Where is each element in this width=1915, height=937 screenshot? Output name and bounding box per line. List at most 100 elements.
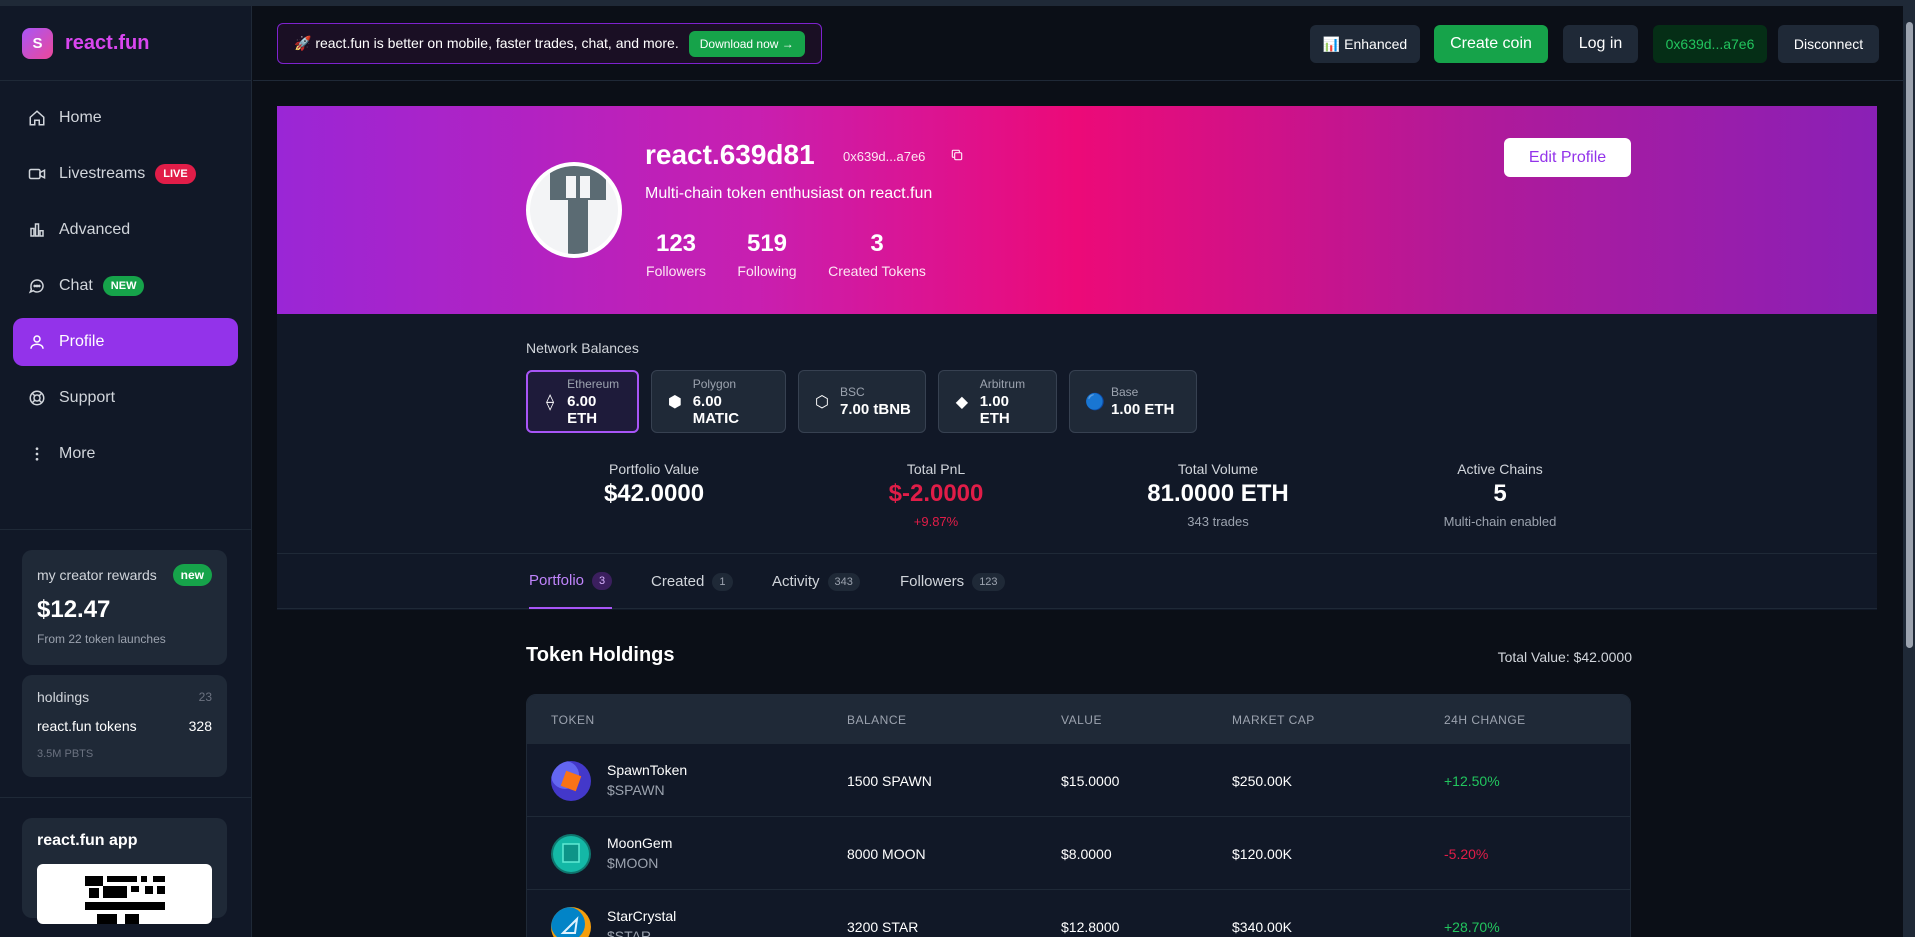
chat-icon xyxy=(28,277,46,295)
token-holdings-total: Total Value: $42.0000 xyxy=(1497,649,1632,665)
stat-label: Following xyxy=(737,263,797,279)
sidebar-item-home[interactable]: Home xyxy=(13,94,238,142)
stat-followers[interactable]: 123 Followers xyxy=(645,230,707,279)
rewards-subtitle: From 22 token launches xyxy=(37,632,166,646)
new-badge: NEW xyxy=(102,276,145,296)
wallet-address-button[interactable]: 0x639d...a7e6 xyxy=(1653,25,1767,63)
metric-value: 81.0000 ETH xyxy=(1147,480,1289,507)
holdings-tokens-label: react.fun tokens xyxy=(37,718,137,734)
stat-label: Created Tokens xyxy=(828,263,926,279)
brand[interactable]: S react.fun xyxy=(0,6,251,81)
profile-bio: Multi-chain token enthusiast on react.fu… xyxy=(645,185,933,202)
sidebar-item-more[interactable]: More xyxy=(13,430,238,478)
token-24h-change: -5.20% xyxy=(1444,846,1489,862)
token-24h-change: +28.70% xyxy=(1444,919,1500,935)
download-now-button[interactable]: Download now → xyxy=(688,30,805,57)
holdings-tokens-value: 328 xyxy=(188,718,212,734)
tab-created[interactable]: Created 1 xyxy=(651,554,733,609)
token-holdings-table: TOKEN BALANCE VALUE MARKET CAP 24H CHANG… xyxy=(526,694,1631,937)
profile-header: react.639d81 0x639d...a7e6 Multi-chain t… xyxy=(277,106,1877,314)
login-button[interactable]: Log in xyxy=(1563,25,1638,63)
sidebar-nav: Home Livestreams LIVE Advanced Chat NEW … xyxy=(0,81,251,530)
token-value: $8.0000 xyxy=(1061,846,1112,862)
column-header: BALANCE xyxy=(847,713,907,727)
tab-count: 123 xyxy=(972,572,1005,591)
network-balance: 1.00 ETH xyxy=(979,392,1010,427)
network-card-arbitrum[interactable]: ◆ Arbitrum 1.00 ETH xyxy=(938,370,1057,433)
starcrystal-token-logo xyxy=(551,907,591,937)
disconnect-button[interactable]: Disconnect xyxy=(1778,25,1879,63)
token-name: StarCrystal xyxy=(607,908,677,924)
metric-total-pnl: Total PnL $-2.0000 +9.87% xyxy=(806,461,1066,529)
base-icon: 🔵 xyxy=(1085,393,1105,411)
metric-total-volume: Total Volume 81.0000 ETH 343 trades xyxy=(1088,461,1348,529)
copy-icon[interactable] xyxy=(950,148,964,162)
app-download-card[interactable]: react.fun app xyxy=(22,818,227,924)
metric-value: $42.0000 xyxy=(603,480,705,507)
sidebar: S react.fun Home Livestreams LIVE Advanc… xyxy=(0,6,252,937)
column-header: MARKET CAP xyxy=(1232,713,1315,727)
scrollbar-thumb[interactable] xyxy=(1906,22,1913,648)
network-card-ethereum[interactable]: ⟠ Ethereum 6.00 ETH xyxy=(526,370,639,433)
stat-following[interactable]: 519 Following xyxy=(735,230,799,279)
table-row[interactable]: StarCrystal $STAR 3200 STAR $12.8000 $34… xyxy=(527,889,1630,937)
table-row[interactable]: SpawnToken $SPAWN 1500 SPAWN $15.0000 $2… xyxy=(527,743,1630,816)
token-value: $12.8000 xyxy=(1061,919,1120,935)
metric-portfolio-value: Portfolio Value $42.0000 xyxy=(524,461,784,508)
metric-label: Total Volume xyxy=(1177,461,1259,477)
top-bar: 🚀 react.fun is better on mobile, faster … xyxy=(253,6,1903,81)
lifebuoy-icon xyxy=(28,389,46,407)
network-balance: 6.00 MATIC xyxy=(692,392,740,427)
profile-main: react.639d81 0x639d...a7e6 Multi-chain t… xyxy=(277,106,1877,937)
stat-number: 123 xyxy=(655,230,697,257)
metric-active-chains: Active Chains 5 Multi-chain enabled xyxy=(1370,461,1630,529)
creator-rewards-card[interactable]: my creator rewards new $12.47 From 22 to… xyxy=(22,550,227,665)
network-card-polygon[interactable]: ⬢ Polygon 6.00 MATIC xyxy=(651,370,786,433)
avatar[interactable] xyxy=(526,162,622,258)
create-coin-button[interactable]: Create coin xyxy=(1434,25,1548,63)
network-card-bsc[interactable]: ⬡ BSC 7.00 tBNB xyxy=(798,370,926,433)
stat-created-tokens[interactable]: 3 Created Tokens xyxy=(827,230,927,279)
network-balances-title: Network Balances xyxy=(526,340,639,356)
column-header: 24H CHANGE xyxy=(1444,713,1526,727)
bar-chart-icon xyxy=(28,221,46,239)
metric-label: Portfolio Value xyxy=(608,461,699,477)
holdings-card[interactable]: holdings 23 react.fun tokens 328 3.5M PB… xyxy=(22,675,227,777)
tab-label: Activity xyxy=(772,573,820,590)
token-symbol: $SPAWN xyxy=(607,782,665,798)
bsc-icon: ⬡ xyxy=(815,393,829,411)
portfolio-content: Token Holdings Total Value: $42.0000 TOK… xyxy=(277,610,1877,937)
token-symbol: $STAR xyxy=(607,928,652,937)
holdings-subtitle: 3.5M PBTS xyxy=(37,748,94,760)
token-name: MoonGem xyxy=(607,835,673,851)
metric-label: Active Chains xyxy=(1457,461,1543,477)
sidebar-item-livestreams[interactable]: Livestreams LIVE xyxy=(13,150,238,198)
network-card-base[interactable]: 🔵 Base 1.00 ETH xyxy=(1069,370,1197,433)
enhanced-button[interactable]: 📊 Enhanced xyxy=(1310,25,1420,63)
rewards-title: my creator rewards xyxy=(37,567,157,583)
sidebar-item-advanced[interactable]: Advanced xyxy=(13,206,238,254)
edit-profile-button[interactable]: Edit Profile xyxy=(1504,138,1631,177)
sidebar-item-profile[interactable]: Profile xyxy=(13,318,238,366)
rewards-amount: $12.47 xyxy=(37,596,111,623)
sidebar-item-label: Livestreams xyxy=(59,165,146,182)
tab-activity[interactable]: Activity 343 xyxy=(772,554,860,609)
sidebar-item-chat[interactable]: Chat NEW xyxy=(13,262,238,310)
brand-name: react.fun xyxy=(65,31,150,54)
sidebar-item-support[interactable]: Support xyxy=(13,374,238,422)
live-badge: LIVE xyxy=(155,164,196,184)
arbitrum-icon: ◆ xyxy=(955,393,969,411)
tab-followers[interactable]: Followers 123 xyxy=(900,554,1005,609)
metric-label: Total PnL xyxy=(906,461,966,477)
column-header: VALUE xyxy=(1061,713,1102,727)
sidebar-item-label: Profile xyxy=(59,333,105,350)
polygon-icon: ⬢ xyxy=(667,393,682,411)
holdings-count: 23 xyxy=(198,690,212,704)
app-card-title: react.fun app xyxy=(37,832,138,849)
table-row[interactable]: MoonGem $MOON 8000 MOON $8.0000 $120.00K… xyxy=(527,816,1630,889)
metric-subtext: 343 trades xyxy=(1187,514,1249,529)
moongem-token-logo xyxy=(551,834,591,874)
network-balance: 7.00 tBNB xyxy=(840,401,911,418)
tab-portfolio[interactable]: Portfolio 3 xyxy=(529,554,613,609)
stat-number: 519 xyxy=(746,230,788,257)
